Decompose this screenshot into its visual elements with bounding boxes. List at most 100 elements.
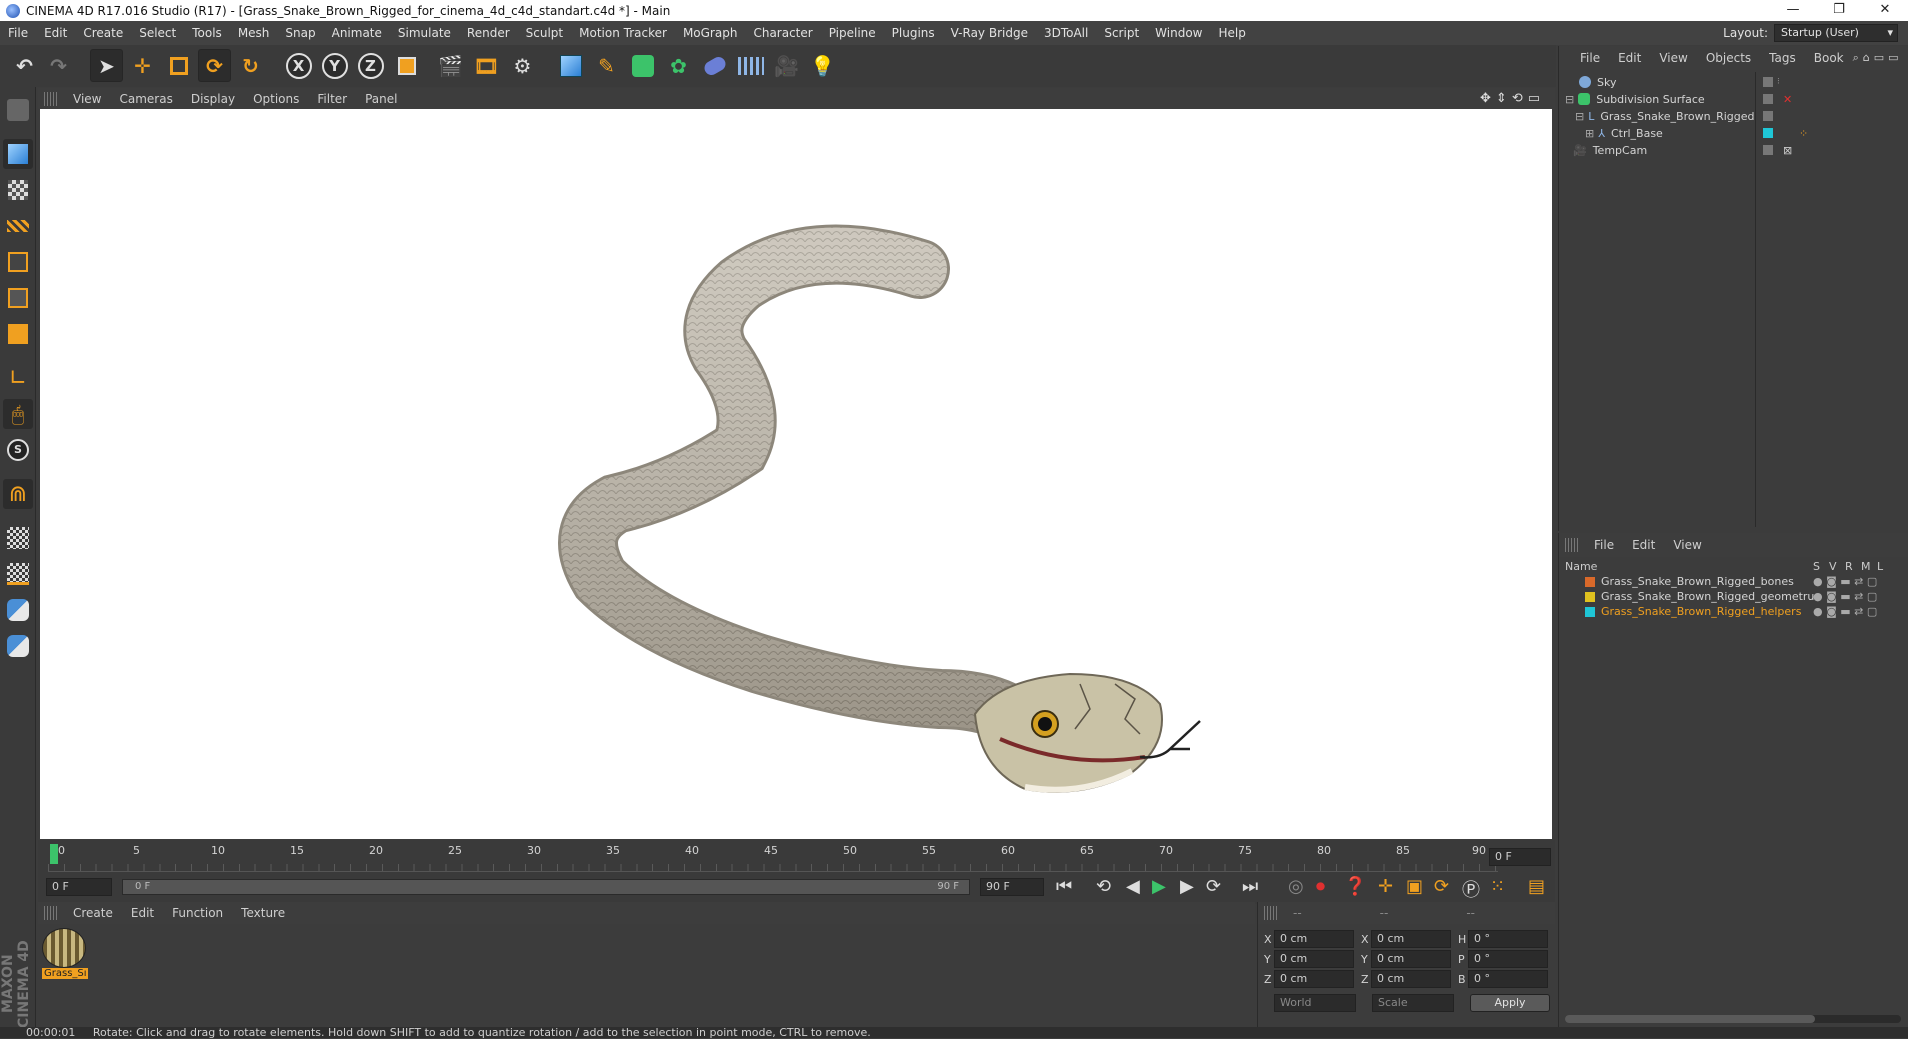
next-key-button[interactable]: ⟳ [1206, 876, 1221, 897]
apply-button[interactable]: Apply [1470, 994, 1550, 1012]
undo-button[interactable]: ↶ [8, 49, 41, 82]
material-thumbnail[interactable]: Grass_Sı [42, 928, 88, 984]
menu-character[interactable]: Character [745, 26, 820, 40]
menu-tools[interactable]: Tools [184, 26, 230, 40]
tag-icon[interactable]: ⁘ [1799, 127, 1808, 140]
expand-icon[interactable]: ⊞ [1585, 127, 1594, 140]
python-script-button-2[interactable] [3, 631, 33, 661]
render-dots[interactable]: ⁝ [1777, 77, 1780, 87]
current-frame-field[interactable]: 0 F [1489, 848, 1551, 866]
z-axis-button[interactable]: Z [354, 49, 387, 82]
3d-viewport[interactable] [40, 109, 1552, 839]
previous-frame-button[interactable]: ◀ [1126, 876, 1140, 897]
coordinate-mode-select[interactable]: Scale [1372, 994, 1454, 1012]
go-to-start-button[interactable]: ⏮ [1056, 876, 1072, 897]
layer-flags[interactable]: ● ◙ ▬ ⇄ ▢ [1813, 605, 1877, 618]
add-environment-button[interactable] [734, 49, 767, 82]
start-frame-field[interactable]: 0 F [46, 878, 112, 896]
om-toolbar-icons[interactable]: ⌕⌂▭▭ [1853, 51, 1903, 65]
minimize-button[interactable]: — [1770, 0, 1816, 21]
polygons-mode-button[interactable] [3, 319, 33, 349]
select-tool-button[interactable]: ➤ [90, 49, 123, 82]
menu-mesh[interactable]: Mesh [230, 26, 278, 40]
points-mode-button[interactable] [3, 247, 33, 277]
x-axis-button[interactable]: X [282, 49, 315, 82]
axis-mode-button[interactable]: ∟ [3, 363, 33, 393]
menu-motion-tracker[interactable]: Motion Tracker [571, 26, 675, 40]
size-x-field[interactable]: 0 cm [1371, 930, 1451, 948]
enable-snap-button[interactable]: ⋒ [3, 479, 33, 509]
record-pla-button[interactable]: ⁙ [1490, 876, 1505, 897]
menu-pipeline[interactable]: Pipeline [821, 26, 884, 40]
om-menu-edit[interactable]: Edit [1609, 51, 1650, 65]
timeline-window-button[interactable]: ▤ [1528, 876, 1545, 897]
expand-icon[interactable]: ⊟ [1565, 93, 1574, 106]
add-generator-button[interactable] [626, 49, 659, 82]
restore-button[interactable]: ❐ [1816, 0, 1862, 21]
end-frame-field[interactable]: 90 F [980, 878, 1044, 896]
timeline-ruler[interactable]: 0 5 10 15 20 25 30 35 40 45 50 55 60 65 … [38, 840, 1555, 874]
menu-edit[interactable]: Edit [36, 26, 75, 40]
add-spline-button[interactable]: ✎ [590, 49, 623, 82]
add-camera-button[interactable]: 🎥 [770, 49, 803, 82]
workplane-lock-button[interactable] [3, 523, 33, 553]
texture-mode-button[interactable] [3, 175, 33, 205]
menu-help[interactable]: Help [1210, 26, 1253, 40]
move-tool-button[interactable]: ✛ [126, 49, 159, 82]
layer-row-geometry[interactable]: Grass_Snake_Brown_Rigged_geometru ● ◙ ▬ … [1559, 589, 1908, 604]
rot-h-field[interactable]: 0 ° [1468, 930, 1548, 948]
render-view-button[interactable]: 🎬 [434, 49, 467, 82]
visibility-toggle[interactable] [1763, 145, 1773, 155]
object-row-tempcam[interactable]: 🎥 TempCam ⊠ [1559, 140, 1908, 160]
add-cube-button[interactable] [554, 49, 587, 82]
render-settings-button[interactable]: ⚙ [506, 49, 539, 82]
autokeying-button[interactable]: ⏺ [1316, 876, 1325, 897]
layer-flags[interactable]: ● ◙ ▬ ⇄ ▢ [1813, 575, 1877, 588]
coordinate-space-select[interactable]: World [1274, 994, 1356, 1012]
layer-color-swatch[interactable] [1585, 576, 1595, 587]
record-position-button[interactable]: ✛ [1378, 876, 1393, 897]
menu-select[interactable]: Select [131, 26, 184, 40]
layer-flags[interactable]: ● ◙ ▬ ⇄ ▢ [1813, 590, 1877, 603]
record-parameter-button[interactable]: Ⓟ [1462, 876, 1480, 902]
record-scale-button[interactable]: ▣ [1406, 876, 1423, 897]
add-mograph-button[interactable]: ✿ [662, 49, 695, 82]
viewport-menu-view[interactable]: View [64, 92, 110, 106]
layer-color-swatch[interactable] [1763, 128, 1773, 138]
pos-z-field[interactable]: 0 cm [1274, 970, 1354, 988]
rot-p-field[interactable]: 0 ° [1468, 950, 1548, 968]
material-menu-create[interactable]: Create [64, 906, 122, 920]
menu-sculpt[interactable]: Sculpt [518, 26, 571, 40]
expand-icon[interactable]: ⊟ [1575, 110, 1584, 123]
workplane-mode-button[interactable] [3, 211, 33, 241]
play-button[interactable]: ▶ [1152, 876, 1166, 897]
close-button[interactable]: ✕ [1862, 0, 1908, 21]
menu-mograph[interactable]: MoGraph [675, 26, 746, 40]
solo-button[interactable]: S [3, 435, 33, 465]
om-menu-tags[interactable]: Tags [1760, 51, 1805, 65]
lm-menu-file[interactable]: File [1585, 538, 1623, 552]
target-tag-icon[interactable]: ⊠ [1783, 144, 1792, 157]
om-menu-objects[interactable]: Objects [1697, 51, 1760, 65]
material-menu-texture[interactable]: Texture [232, 906, 294, 920]
python-script-button-1[interactable] [3, 595, 33, 625]
record-keys-button[interactable]: ◎ [1288, 876, 1304, 897]
menu-create[interactable]: Create [75, 26, 131, 40]
visibility-toggle[interactable] [1763, 94, 1773, 104]
size-z-field[interactable]: 0 cm [1371, 970, 1451, 988]
next-frame-button[interactable]: ▶ [1180, 876, 1194, 897]
viewport-nav-icons[interactable]: ✥⇕⟲▭ [1480, 91, 1545, 106]
layer-color-swatch[interactable] [1585, 591, 1595, 602]
menu-script[interactable]: Script [1096, 26, 1147, 40]
coordinate-system-button[interactable] [390, 49, 423, 82]
layer-row-bones[interactable]: Grass_Snake_Brown_Rigged_bones ● ◙ ▬ ⇄ ▢ [1559, 574, 1908, 589]
rotate-tool-button[interactable]: ⟳ [198, 49, 231, 82]
timeline-playhead[interactable] [50, 844, 58, 864]
layout-select[interactable]: Startup (User) [1774, 24, 1898, 42]
edges-mode-button[interactable] [3, 283, 33, 313]
layer-color-swatch[interactable] [1585, 606, 1595, 617]
previous-key-button[interactable]: ⟲ [1096, 876, 1111, 897]
menu-3dtoall[interactable]: 3DToAll [1036, 26, 1096, 40]
menu-file[interactable]: File [0, 26, 36, 40]
viewport-menu-display[interactable]: Display [182, 92, 244, 106]
